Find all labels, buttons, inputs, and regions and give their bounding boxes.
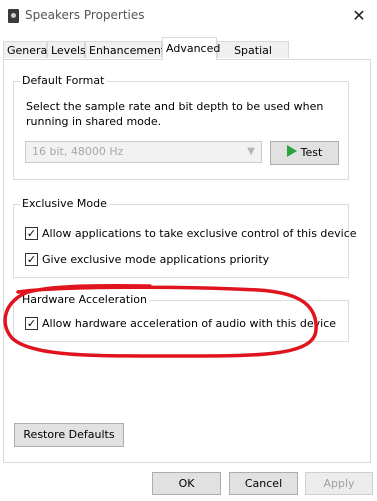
default-format-title: Default Format (20, 74, 107, 88)
tab-enhancements[interactable]: Enhancements (85, 41, 171, 58)
apply-button[interactable]: Apply (305, 472, 373, 495)
exclusive-priority-checkbox[interactable]: ✓ (25, 253, 38, 266)
exclusive-control-checkbox[interactable]: ✓ (25, 227, 38, 240)
speaker-icon (8, 9, 19, 23)
exclusive-control-label: Allow applications to take exclusive con… (42, 227, 357, 240)
tab-spatial-sound[interactable]: Spatial sound (217, 41, 289, 74)
exclusive-priority-label: Give exclusive mode applications priorit… (42, 253, 270, 266)
play-icon (286, 145, 297, 157)
ok-button[interactable]: OK (152, 472, 221, 495)
tab-strip: General Levels Enhancements Advanced Spa… (0, 33, 377, 74)
hardware-acceleration-title: Hardware Acceleration (20, 293, 149, 307)
tab-general[interactable]: General (3, 41, 50, 58)
format-select-value: 16 bit, 48000 Hz (32, 145, 124, 158)
chevron-down-icon: ▼ (247, 146, 255, 157)
window-title: Speakers Properties (25, 8, 145, 22)
close-button[interactable]: ✕ (347, 4, 371, 28)
cancel-button[interactable]: Cancel (229, 472, 298, 495)
format-select: 16 bit, 48000 Hz ▼ (25, 141, 262, 163)
default-format-description: Select the sample rate and bit depth to … (26, 100, 324, 128)
hardware-acceleration-checkbox[interactable]: ✓ (25, 317, 38, 330)
hardware-acceleration-label: Allow hardware acceleration of audio wit… (42, 317, 337, 330)
tab-levels[interactable]: Levels (47, 41, 86, 58)
test-button-label: Test (300, 146, 323, 159)
tab-advanced[interactable]: Advanced (162, 37, 220, 60)
default-format-group: Default Format (13, 74, 349, 180)
exclusive-mode-title: Exclusive Mode (20, 197, 109, 211)
test-button[interactable]: Test (270, 141, 339, 165)
restore-defaults-button[interactable]: Restore Defaults (14, 423, 124, 447)
title-bar: Speakers Properties ✕ (0, 0, 377, 33)
